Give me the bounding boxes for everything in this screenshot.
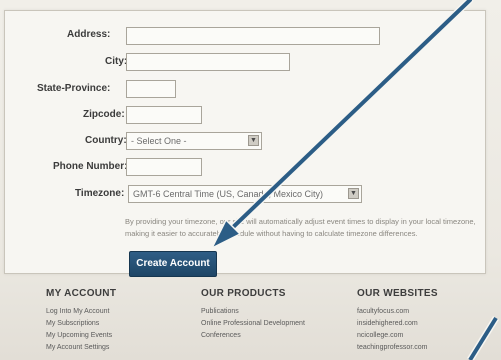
- address-label: Address:: [67, 29, 111, 40]
- chevron-down-icon: ▼: [348, 188, 359, 199]
- registration-form: Address: City: State-Province: Zipcode: …: [4, 10, 486, 277]
- footer-link[interactable]: Log Into My Account: [46, 308, 109, 315]
- state-province-input[interactable]: [126, 80, 176, 98]
- our-websites-heading: OUR WEBSITES: [357, 288, 438, 299]
- footer-link[interactable]: My Subscriptions: [46, 320, 99, 327]
- footer-link[interactable]: Publications: [201, 308, 239, 315]
- timezone-hint: By providing your timezone, our site wil…: [125, 216, 501, 240]
- phone-number-label: Phone Number:: [53, 161, 128, 172]
- country-selected-value: - Select One -: [131, 136, 187, 146]
- footer-link[interactable]: My Upcoming Events: [46, 332, 112, 339]
- city-label: City:: [105, 56, 128, 67]
- timezone-selected-value: GMT-6 Central Time (US, Canada, Mexico C…: [133, 189, 324, 199]
- chevron-down-icon: ▼: [248, 135, 259, 146]
- zipcode-label: Zipcode:: [83, 109, 125, 120]
- footer-link[interactable]: My Account Settings: [46, 344, 109, 351]
- page: Address: City: State-Province: Zipcode: …: [0, 0, 501, 360]
- footer-link[interactable]: ncicollege.com: [357, 332, 403, 339]
- footer: MY ACCOUNT Log Into My Account My Subscr…: [0, 278, 501, 360]
- timezone-select[interactable]: GMT-6 Central Time (US, Canada, Mexico C…: [128, 185, 362, 203]
- country-label: Country:: [85, 135, 127, 146]
- footer-link[interactable]: teachingprofessor.com: [357, 344, 427, 351]
- country-select[interactable]: - Select One - ▼: [126, 132, 262, 150]
- my-account-heading: MY ACCOUNT: [46, 288, 117, 299]
- zipcode-input[interactable]: [126, 106, 202, 124]
- footer-link[interactable]: facultyfocus.com: [357, 308, 409, 315]
- our-products-heading: OUR PRODUCTS: [201, 288, 286, 299]
- timezone-hint-line-1: By providing your timezone, our site wil…: [125, 217, 476, 226]
- state-province-label: State-Province:: [37, 83, 111, 94]
- timezone-label: Timezone:: [75, 188, 125, 199]
- footer-link[interactable]: insidehighered.com: [357, 320, 418, 327]
- address-input[interactable]: [126, 27, 380, 45]
- phone-number-input[interactable]: [126, 158, 202, 176]
- footer-link[interactable]: Conferences: [201, 332, 241, 339]
- city-input[interactable]: [126, 53, 290, 71]
- timezone-hint-line-2: making it easier to accurately schedule …: [125, 229, 418, 238]
- create-account-button[interactable]: Create Account: [129, 251, 217, 277]
- footer-link[interactable]: Online Professional Development: [201, 320, 305, 327]
